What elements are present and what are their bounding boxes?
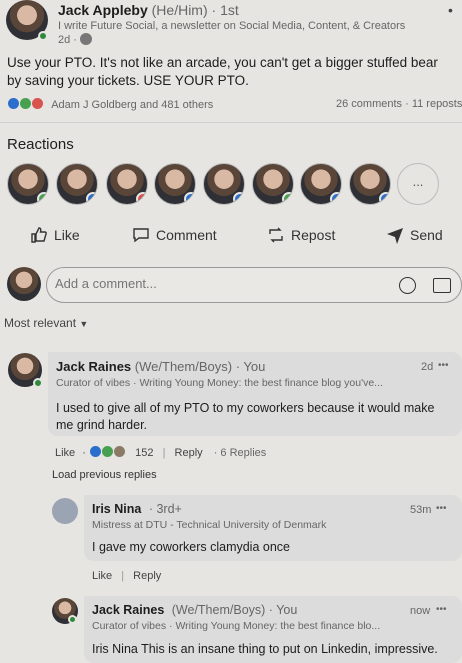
image-icon[interactable] bbox=[433, 278, 451, 293]
replier-name[interactable]: Iris Nina bbox=[92, 502, 141, 516]
reactor-avatar[interactable] bbox=[203, 163, 245, 205]
replier-tagline: Curator of vibes · Writing Young Money: … bbox=[92, 620, 381, 632]
author-name[interactable]: Jack Appleby bbox=[58, 2, 148, 18]
celebrate-reaction-icon bbox=[19, 97, 33, 110]
author-pronouns: (He/Him) bbox=[151, 2, 208, 18]
reactor-avatar[interactable] bbox=[300, 163, 342, 205]
like-label: Like bbox=[54, 227, 80, 243]
send-label: Send bbox=[410, 227, 443, 243]
reactor-avatar[interactable] bbox=[56, 163, 98, 205]
comment-reply-button[interactable]: Reply bbox=[175, 447, 203, 459]
reply-like-button[interactable]: Like bbox=[92, 570, 112, 582]
commenter-pronouns: (We/Them/Boys) bbox=[134, 359, 233, 374]
celebrate-reaction-icon bbox=[101, 445, 115, 458]
reaction-icons[interactable] bbox=[7, 97, 45, 111]
reposts-count[interactable]: · 11 reposts bbox=[405, 98, 462, 110]
send-icon bbox=[387, 228, 403, 244]
reply-reply-button[interactable]: Reply bbox=[133, 570, 161, 582]
reply-bubble: Jack Raines (We/Them/Boys) · You now •••… bbox=[84, 596, 462, 663]
emoji-icon[interactable] bbox=[399, 277, 416, 294]
reactor-avatar[interactable] bbox=[252, 163, 294, 205]
more-reactors-button[interactable]: ... bbox=[397, 163, 439, 205]
load-previous-replies-link[interactable]: Load previous replies bbox=[52, 469, 157, 481]
reply-text: Iris Nina This is an insane thing to put… bbox=[92, 642, 438, 656]
thumbs-up-icon bbox=[31, 227, 47, 243]
comment-replies-count[interactable]: · 6 Replies bbox=[214, 447, 267, 459]
like-reaction-icon bbox=[88, 445, 102, 458]
commenter-name[interactable]: Jack Raines bbox=[56, 359, 131, 374]
replier-pronouns: (We/Them/Boys) bbox=[171, 603, 266, 617]
more-reactors-label: ... bbox=[412, 174, 424, 189]
love-reaction-icon bbox=[31, 97, 45, 110]
send-button[interactable]: Send bbox=[386, 226, 443, 244]
comment-actions: Like · 152 | Reply · 6 Replies bbox=[55, 445, 267, 459]
reply-age: now bbox=[410, 605, 431, 617]
reactions-summary[interactable]: Adam J Goldberg and 481 others bbox=[51, 99, 213, 111]
replier-tagline: Mistress at DTU - Technical University o… bbox=[92, 519, 327, 531]
social-counts-row: Adam J Goldberg and 481 others 26 commen… bbox=[7, 97, 462, 113]
comment-text: I used to give all of my PTO to my cowor… bbox=[56, 401, 435, 432]
post-header: Jack Appleby (He/Him) · 1st I write Futu… bbox=[0, 0, 462, 46]
more-icon[interactable]: • bbox=[448, 2, 453, 18]
comment-icon bbox=[133, 228, 149, 243]
replier-avatar[interactable] bbox=[52, 498, 78, 524]
post-age: 2d · bbox=[58, 34, 77, 46]
reactor-avatar[interactable] bbox=[106, 163, 148, 205]
commenter-tagline: Curator of vibes · Writing Young Money: … bbox=[56, 377, 383, 389]
replier-degree: · 3rd+ bbox=[148, 502, 182, 516]
my-avatar[interactable] bbox=[7, 267, 41, 301]
reply-more-icon[interactable]: ••• bbox=[436, 503, 447, 514]
repost-icon bbox=[269, 227, 283, 243]
comments-count[interactable]: 26 comments bbox=[336, 98, 402, 110]
reactor-avatar[interactable] bbox=[154, 163, 196, 205]
reactor-avatar[interactable] bbox=[7, 163, 49, 205]
online-status-icon bbox=[68, 615, 77, 624]
comment-button[interactable]: Comment bbox=[132, 226, 217, 244]
like-button[interactable]: Like bbox=[30, 226, 80, 244]
author-tagline: I write Future Social, a newsletter on S… bbox=[58, 20, 406, 32]
comment-more-icon[interactable]: ••• bbox=[438, 360, 449, 371]
support-reaction-icon bbox=[113, 445, 127, 458]
comment-reaction-count[interactable]: 152 bbox=[135, 447, 153, 459]
comment-label: Comment bbox=[156, 227, 217, 243]
reply-bubble: Iris Nina · 3rd+ 53m ••• Mistress at DTU… bbox=[84, 495, 462, 561]
reactions-heading: Reactions bbox=[7, 136, 74, 153]
sort-label: Most relevant bbox=[4, 316, 77, 330]
divider bbox=[0, 122, 462, 123]
comment-like-button[interactable]: Like bbox=[55, 447, 75, 459]
post-text: Use your PTO. It's not like an arcade, y… bbox=[7, 55, 438, 88]
repost-label: Repost bbox=[291, 227, 336, 243]
comment-input[interactable] bbox=[55, 276, 385, 291]
sort-dropdown[interactable]: Most relevant ▼ bbox=[4, 316, 88, 330]
comment-bubble: Jack Raines (We/Them/Boys) · You 2d ••• … bbox=[48, 352, 462, 436]
comment-composer[interactable] bbox=[46, 267, 462, 303]
reply-text: I gave my coworkers clamydia once bbox=[92, 540, 290, 554]
replier-degree: · You bbox=[268, 603, 298, 617]
author-degree: · 1st bbox=[211, 2, 239, 18]
reply-more-icon[interactable]: ••• bbox=[436, 604, 447, 615]
caret-down-icon: ▼ bbox=[79, 319, 89, 329]
comment-age: 2d bbox=[421, 361, 434, 373]
like-reaction-icon bbox=[7, 97, 20, 110]
globe-icon bbox=[80, 33, 93, 45]
reply-age: 53m bbox=[410, 504, 432, 516]
repost-button[interactable]: Repost bbox=[267, 226, 335, 244]
online-status-icon bbox=[33, 378, 43, 388]
reactor-avatar[interactable] bbox=[349, 163, 391, 205]
replier-name[interactable]: Jack Raines bbox=[92, 603, 164, 617]
commenter-degree: · You bbox=[235, 359, 266, 374]
online-status-icon bbox=[38, 31, 48, 41]
reply-actions: Like | Reply bbox=[92, 570, 162, 582]
